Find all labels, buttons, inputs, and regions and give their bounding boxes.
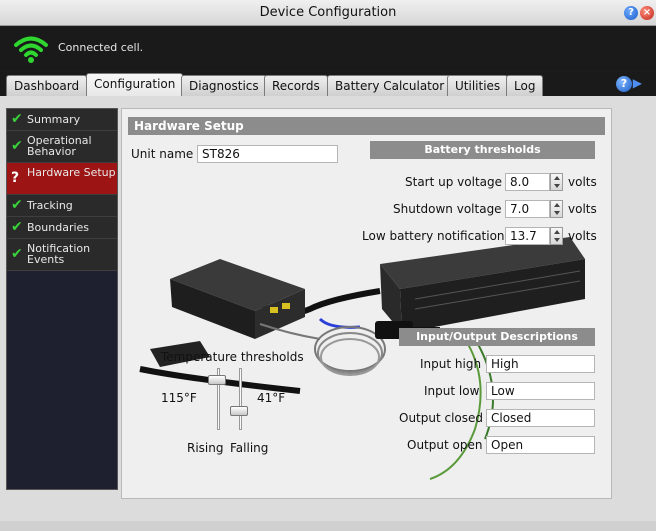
panel-title: Hardware Setup <box>128 117 605 135</box>
sidebar-item-label: Hardware Setup <box>27 166 116 179</box>
configuration-content: ✔ Summary ✔ Operational Behavior ? Hardw… <box>0 96 656 521</box>
tab-log[interactable]: Log <box>506 75 544 96</box>
shutdown-voltage-label: Shutdown voltage <box>393 202 502 216</box>
check-icon: ✔ <box>11 111 23 127</box>
temperature-thresholds-title: Temperature thresholds <box>161 350 304 364</box>
sidebar-item-notification-events[interactable]: ✔ Notification Events <box>7 239 117 271</box>
rising-slider-thumb[interactable] <box>208 375 226 385</box>
low-battery-stepper[interactable] <box>550 227 563 245</box>
input-high-label: Input high <box>420 357 482 371</box>
falling-temperature-value: 41°F <box>257 391 286 405</box>
window-footer <box>0 521 656 531</box>
tab-help-icon[interactable]: ? <box>616 76 632 92</box>
tab-records[interactable]: Records <box>264 75 328 96</box>
help-icon[interactable]: ? <box>624 6 638 20</box>
startup-voltage-unit: volts <box>568 175 597 189</box>
low-battery-label: Low battery notification <box>362 229 505 243</box>
sidebar-item-tracking[interactable]: ✔ Tracking <box>7 195 117 217</box>
low-battery-unit: volts <box>568 229 597 243</box>
battery-pack-image <box>380 237 585 333</box>
input-high-input[interactable]: High <box>486 355 595 373</box>
startup-voltage-input[interactable]: 8.0 <box>505 173 550 191</box>
sidebar-item-operational-behavior[interactable]: ✔ Operational Behavior <box>7 131 117 163</box>
close-icon[interactable]: × <box>640 6 654 20</box>
check-icon: ✔ <box>11 219 23 235</box>
sidebar-item-summary[interactable]: ✔ Summary <box>7 109 117 131</box>
sidebar-item-label: Notification Events <box>27 242 91 266</box>
shutdown-voltage-stepper[interactable] <box>550 200 563 218</box>
device-configuration-window: Device Configuration ? × Connected cell.… <box>0 0 656 531</box>
tab-configuration[interactable]: Configuration <box>86 73 184 96</box>
question-icon: ? <box>11 170 20 186</box>
unit-name-input[interactable]: ST826 <box>197 145 338 163</box>
title-bar: Device Configuration ? × <box>0 0 656 26</box>
sidebar-item-label: Tracking <box>27 199 73 212</box>
unit-name-label: Unit name <box>131 147 194 161</box>
sidebar-item-hardware-setup[interactable]: ? Hardware Setup <box>7 163 117 195</box>
falling-slider-label: Falling <box>230 441 269 455</box>
startup-voltage-label: Start up voltage <box>405 175 503 189</box>
falling-slider-thumb[interactable] <box>230 406 248 416</box>
tab-utilities[interactable]: Utilities <box>447 75 509 96</box>
rising-slider-label: Rising <box>187 441 224 455</box>
output-closed-label: Output closed <box>399 411 484 425</box>
tab-scroll-right-icon[interactable]: ▶ <box>633 76 642 90</box>
check-icon: ✔ <box>11 197 23 213</box>
output-open-label: Output open <box>407 438 483 452</box>
sidebar-item-label: Boundaries <box>27 221 90 234</box>
output-closed-input[interactable]: Closed <box>486 409 595 427</box>
shutdown-voltage-input[interactable]: 7.0 <box>505 200 550 218</box>
input-low-label: Input low <box>424 384 480 398</box>
falling-slider-track <box>239 368 242 430</box>
main-tabs: Dashboard Configuration Diagnostics Reco… <box>0 72 656 96</box>
check-icon: ✔ <box>11 246 23 262</box>
input-low-input[interactable]: Low <box>486 382 595 400</box>
rising-temperature-value: 115°F <box>161 391 197 405</box>
sidebar-item-boundaries[interactable]: ✔ Boundaries <box>7 217 117 239</box>
output-open-input[interactable]: Open <box>486 436 595 454</box>
check-icon: ✔ <box>11 138 23 154</box>
tab-battery-calculator[interactable]: Battery Calculator <box>327 75 453 96</box>
wifi-signal-icon <box>14 36 48 63</box>
sidebar-item-label: Operational Behavior <box>27 134 92 158</box>
tab-diagnostics[interactable]: Diagnostics <box>181 75 267 96</box>
hardware-setup-panel: Hardware Setup Unit name ST826 Battery t… <box>121 108 612 499</box>
connection-status-text: Connected cell. <box>58 41 144 54</box>
tracker-unit-image <box>170 259 305 339</box>
io-descriptions-header: Input/Output Descriptions <box>399 328 595 346</box>
sidebar-item-label: Summary <box>27 113 81 126</box>
low-battery-input[interactable]: 13.7 <box>505 227 550 245</box>
window-title: Device Configuration <box>259 5 397 20</box>
tab-dashboard[interactable]: Dashboard <box>6 75 88 96</box>
battery-thresholds-header: Battery thresholds <box>370 141 595 159</box>
connection-status-bar: Connected cell. <box>0 27 656 71</box>
startup-voltage-stepper[interactable] <box>550 173 563 191</box>
shutdown-voltage-unit: volts <box>568 202 597 216</box>
configuration-sidebar: ✔ Summary ✔ Operational Behavior ? Hardw… <box>6 108 118 490</box>
